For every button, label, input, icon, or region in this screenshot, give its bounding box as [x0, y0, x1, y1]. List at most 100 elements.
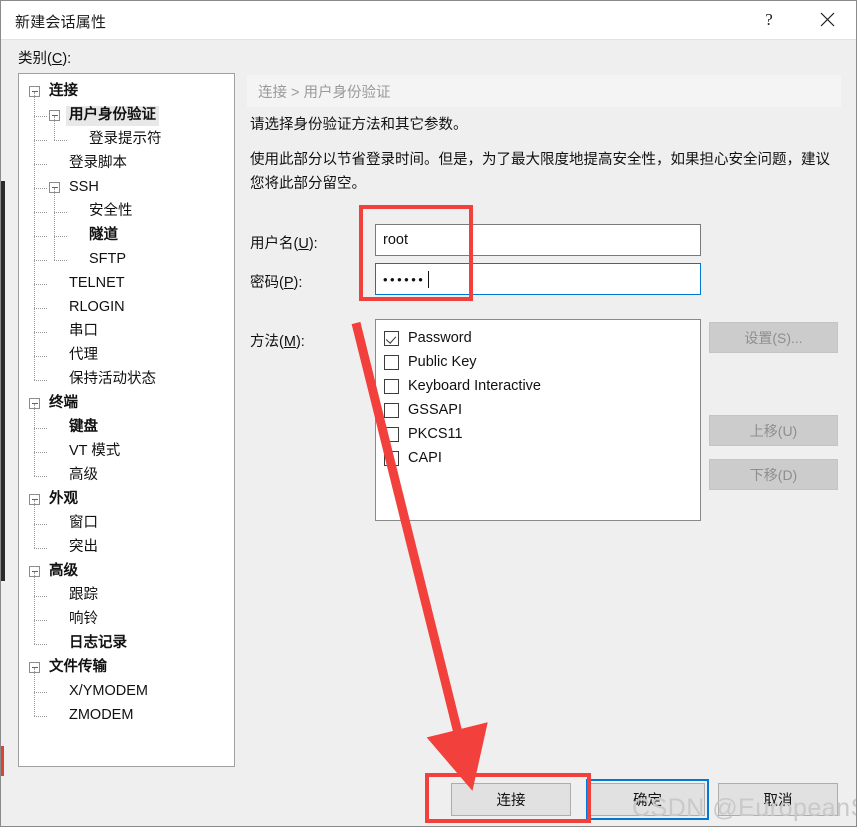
tree-connector	[34, 572, 36, 644]
sidebar-item-24[interactable]: 文件传输	[19, 656, 234, 680]
checkbox-icon[interactable]	[384, 450, 399, 466]
sidebar-item-label: 窗口	[69, 515, 98, 532]
tree-connector	[34, 548, 47, 550]
tree-connector	[34, 356, 47, 358]
method-label: PKCS11	[408, 426, 463, 442]
background-red-edge	[1, 746, 4, 776]
sidebar-item-5[interactable]: 安全性	[19, 200, 234, 224]
sidebar-item-16[interactable]: 高级	[19, 464, 234, 488]
background-window-edge	[1, 181, 5, 581]
tree-connector	[34, 308, 47, 310]
sidebar-item-23[interactable]: 日志记录	[19, 632, 234, 656]
sidebar-item-18[interactable]: 窗口	[19, 512, 234, 536]
sidebar-item-7[interactable]: SFTP	[19, 248, 234, 272]
sidebar-item-3[interactable]: 登录脚本	[19, 152, 234, 176]
sidebar-item-2[interactable]: 登录提示符	[19, 128, 234, 152]
method-item-2[interactable]: Keyboard Interactive	[384, 374, 700, 398]
tree-connector	[54, 140, 67, 142]
username-label: 用户名(U):	[250, 236, 318, 252]
sidebar-item-10[interactable]: 串口	[19, 320, 234, 344]
sidebar-item-15[interactable]: VT 模式	[19, 440, 234, 464]
category-label: 类别(C):	[18, 51, 72, 67]
tree-connector	[34, 116, 47, 118]
tree-connector	[34, 260, 47, 262]
breadcrumb: 连接 > 用户身份验证	[247, 75, 841, 107]
sidebar-item-label: 隧道	[89, 227, 118, 244]
category-label-text: 类别	[18, 51, 47, 67]
sidebar-item-label: 终端	[49, 395, 78, 412]
category-tree[interactable]: 连接 用户身份验证登录提示符登录脚本 SSH 安全性隧道 SFTP TELNET RLOGI…	[18, 73, 235, 767]
sidebar-item-label: SSH	[69, 179, 99, 196]
sidebar-item-4[interactable]: SSH	[19, 176, 234, 200]
checkbox-icon[interactable]	[384, 330, 399, 346]
category-label-accel: C	[51, 51, 63, 67]
sidebar-item-25[interactable]: X/YMODEM	[19, 680, 234, 704]
tree-connector	[34, 620, 47, 622]
help-button[interactable]: ?	[746, 1, 792, 38]
username-value: root	[383, 232, 408, 248]
sidebar-item-label: 键盘	[69, 419, 98, 436]
tree-connector	[54, 236, 67, 238]
move-down-button[interactable]: 下移(D)	[709, 459, 838, 490]
tree-connector	[34, 452, 47, 454]
sidebar-item-1[interactable]: 用户身份验证	[19, 104, 234, 128]
sidebar-item-label: ZMODEM	[69, 707, 134, 724]
tree-connector	[54, 188, 56, 260]
window-title: 新建会话属性	[15, 14, 107, 31]
sidebar-item-label: TELNET	[69, 275, 125, 292]
cancel-button[interactable]: 取消	[718, 783, 838, 816]
tree-connector	[34, 716, 47, 718]
sidebar-item-19[interactable]: 突出	[19, 536, 234, 560]
method-label: Keyboard Interactive	[408, 378, 541, 394]
sidebar-item-label: SFTP	[89, 251, 127, 268]
sidebar-item-label: 外观	[49, 491, 78, 508]
sidebar-item-21[interactable]: 跟踪	[19, 584, 234, 608]
tree-connector	[34, 212, 47, 214]
move-up-button[interactable]: 上移(U)	[709, 415, 838, 446]
sidebar-item-label: 跟踪	[69, 587, 98, 604]
sidebar-item-12[interactable]: 保持活动状态	[19, 368, 234, 392]
checkbox-icon[interactable]	[384, 354, 399, 370]
sidebar-item-20[interactable]: 高级	[19, 560, 234, 584]
tree-connector	[34, 284, 47, 286]
sidebar-item-label: 登录提示符	[89, 131, 162, 148]
checkbox-icon[interactable]	[384, 402, 399, 418]
category-tree-list: 连接 用户身份验证登录提示符登录脚本 SSH 安全性隧道 SFTP TELNET RLOGI…	[19, 74, 234, 728]
ok-button[interactable]: 确定	[590, 783, 705, 816]
settings-button[interactable]: 设置(S)...	[709, 322, 838, 353]
method-label: GSSAPI	[408, 402, 462, 418]
sidebar-item-14[interactable]: 键盘	[19, 416, 234, 440]
connect-button[interactable]: 连接	[451, 783, 571, 816]
tree-connector	[34, 332, 47, 334]
tree-connector	[34, 476, 47, 478]
method-item-0[interactable]: Password	[384, 326, 700, 350]
sidebar-item-9[interactable]: RLOGIN	[19, 296, 234, 320]
auth-methods-list[interactable]: Password Public Key Keyboard Interactive GS…	[375, 319, 701, 521]
sidebar-item-8[interactable]: TELNET	[19, 272, 234, 296]
method-item-1[interactable]: Public Key	[384, 350, 700, 374]
checkbox-icon[interactable]	[384, 426, 399, 442]
sidebar-item-0[interactable]: 连接	[19, 80, 234, 104]
password-label: 密码(P):	[250, 275, 303, 291]
checkbox-icon[interactable]	[384, 378, 399, 394]
sidebar-item-22[interactable]: 响铃	[19, 608, 234, 632]
sidebar-item-label: 用户身份验证	[66, 106, 159, 126]
close-icon	[820, 12, 835, 27]
close-button[interactable]	[804, 1, 850, 38]
sidebar-item-label: RLOGIN	[69, 299, 125, 316]
username-input[interactable]: root	[375, 224, 701, 256]
tree-connector	[34, 692, 47, 694]
method-item-5[interactable]: CAPI	[384, 446, 700, 470]
sidebar-item-11[interactable]: 代理	[19, 344, 234, 368]
method-item-4[interactable]: PKCS11	[384, 422, 700, 446]
password-input[interactable]: ••••••	[375, 263, 701, 295]
sidebar-item-13[interactable]: 终端	[19, 392, 234, 416]
sidebar-item-26[interactable]: ZMODEM	[19, 704, 234, 728]
method-item-3[interactable]: GSSAPI	[384, 398, 700, 422]
password-value: ••••••	[383, 271, 426, 287]
methods-label: 方法(M):	[250, 334, 305, 350]
sidebar-item-label: VT 模式	[69, 443, 121, 460]
sidebar-item-6[interactable]: 隧道	[19, 224, 234, 248]
sidebar-item-17[interactable]: 外观	[19, 488, 234, 512]
sidebar-item-label: 登录脚本	[69, 155, 127, 172]
